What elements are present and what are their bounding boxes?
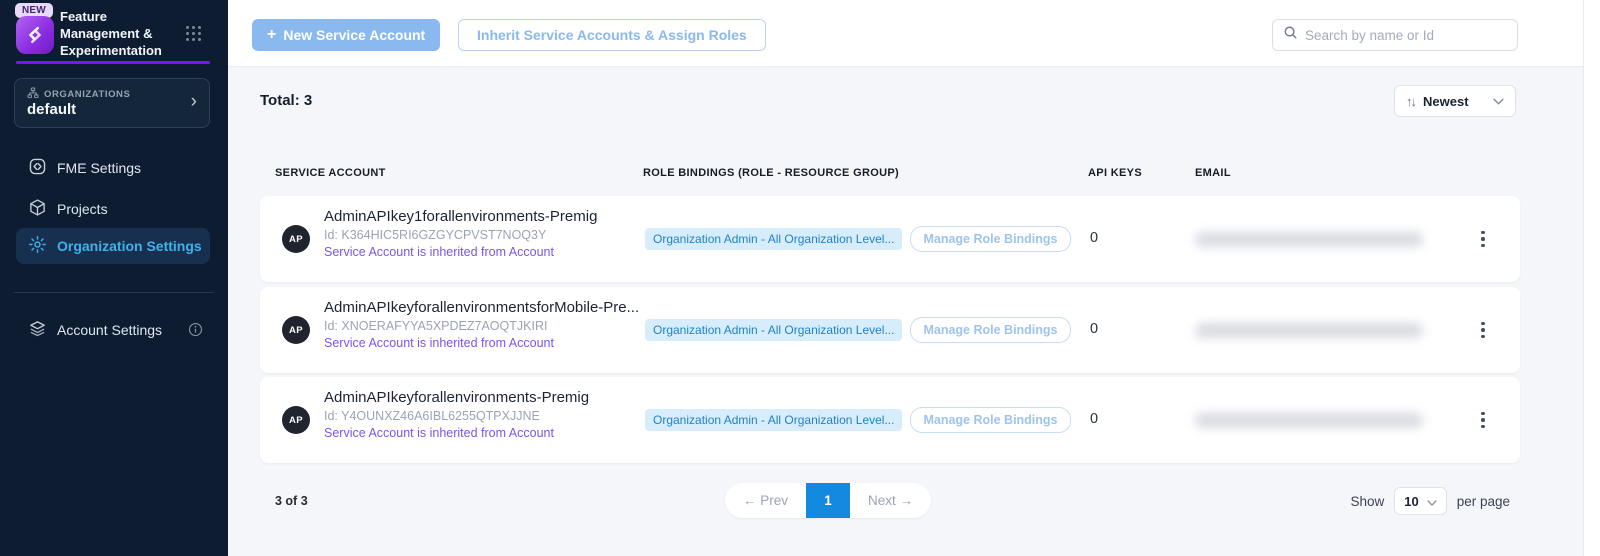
topbar: + New Service Account Inherit Service Ac…	[228, 0, 1583, 67]
api-keys-count: 0	[1090, 321, 1098, 337]
sidebar-item-label: Organization Settings	[57, 238, 202, 254]
organization-name: default	[27, 101, 76, 118]
sidebar-item-label: Account Settings	[57, 322, 162, 338]
service-account-name: AdminAPIkeyforallenvironmentsforMobile-P…	[324, 299, 639, 316]
sort-dropdown[interactable]: ↑↓ Newest	[1394, 85, 1516, 117]
service-account-id: Id: XNOERAFYYA5XPDEZ7AOQTJKIRI	[324, 319, 639, 333]
gear-icon	[28, 235, 47, 257]
sort-icon: ↑↓	[1406, 94, 1415, 109]
chevron-right-icon: ›	[191, 91, 197, 113]
column-header-service-account: SERVICE ACCOUNT	[275, 167, 386, 179]
organizations-label: ORGANIZATIONS	[44, 89, 130, 100]
service-account-id: Id: Y4OUNXZ46A6IBL6255QTPXJJNE	[324, 409, 589, 423]
next-page-button[interactable]: Next →	[850, 483, 931, 518]
app-root: NEW Feature Management & Experimentation	[0, 0, 1600, 556]
page-size-control: Show 10 per page	[1350, 487, 1510, 515]
per-page-label: per page	[1457, 494, 1510, 509]
kebab-menu-icon[interactable]	[1474, 407, 1492, 433]
sidebar-item-projects[interactable]: Projects	[0, 191, 228, 227]
search-icon	[1283, 25, 1298, 45]
email-redacted	[1195, 323, 1423, 338]
column-header-api-keys: API KEYS	[1088, 167, 1142, 179]
sidebar: NEW Feature Management & Experimentation	[0, 0, 228, 556]
cube-icon	[28, 198, 47, 220]
app-title: Feature Management & Experimentation	[60, 9, 182, 60]
email-redacted	[1195, 413, 1423, 428]
table-header-row: SERVICE ACCOUNT ROLE BINDINGS (ROLE - RE…	[228, 167, 1583, 181]
chevron-down-icon	[1493, 92, 1504, 110]
avatar: AP	[282, 316, 310, 344]
role-binding-pill: Organization Admin - All Organization Le…	[645, 319, 902, 341]
search-input[interactable]	[1305, 28, 1507, 43]
sort-value: Newest	[1423, 94, 1485, 109]
sidebar-item-label: Projects	[57, 201, 108, 217]
role-binding-pill: Organization Admin - All Organization Le…	[645, 409, 902, 431]
sidebar-item-label: FME Settings	[57, 160, 141, 176]
column-header-role-bindings: ROLE BINDINGS (ROLE - RESOURCE GROUP)	[643, 167, 899, 179]
manage-role-bindings-button[interactable]: Manage Role Bindings	[910, 407, 1070, 433]
search-box[interactable]	[1272, 19, 1518, 51]
sidebar-item-fme-settings[interactable]: FME Settings	[0, 150, 228, 186]
total-count: Total: 3	[260, 92, 312, 109]
service-account-id: Id: K364HIC5RI6GZGYCPVST7NOQ3Y	[324, 228, 597, 242]
info-icon[interactable]	[188, 322, 203, 342]
table-row: AP AdminAPIkeyforallenvironmentsforMobil…	[260, 287, 1520, 373]
pagination-count: 3 of 3	[275, 494, 308, 508]
service-account-name: AdminAPIkey1forallenvironments-Premig	[324, 208, 597, 225]
page-size-value: 10	[1404, 494, 1418, 509]
new-service-account-label: New Service Account	[283, 27, 425, 43]
organization-switcher[interactable]: ORGANIZATIONS default ›	[14, 78, 210, 128]
column-header-email: EMAIL	[1195, 167, 1231, 179]
table-row: AP AdminAPIkey1forallenvironments-Premig…	[260, 196, 1520, 282]
inherited-note: Service Account is inherited from Accoun…	[324, 336, 639, 350]
manage-role-bindings-button[interactable]: Manage Role Bindings	[910, 226, 1070, 252]
chevron-down-icon	[1427, 494, 1437, 509]
avatar: AP	[282, 406, 310, 434]
api-keys-count: 0	[1090, 230, 1098, 246]
current-page-button[interactable]: 1	[806, 483, 850, 518]
apps-grid-icon[interactable]	[186, 26, 203, 43]
page-size-select[interactable]: 10	[1394, 487, 1446, 515]
api-keys-count: 0	[1090, 411, 1098, 427]
org-chart-icon	[27, 87, 39, 102]
right-margin	[1583, 0, 1600, 556]
prev-page-button[interactable]: ← Prev	[725, 483, 806, 518]
layers-gear-icon	[28, 319, 47, 341]
inherit-service-accounts-button[interactable]: Inherit Service Accounts & Assign Roles	[458, 19, 766, 51]
pager: ← Prev 1 Next →	[725, 483, 931, 518]
sidebar-item-organization-settings[interactable]: Organization Settings	[16, 228, 210, 264]
show-label: Show	[1350, 494, 1384, 509]
split-logo-icon	[16, 16, 54, 54]
sidebar-divider	[14, 292, 214, 293]
manage-role-bindings-button[interactable]: Manage Role Bindings	[910, 317, 1070, 343]
accent-divider	[16, 61, 210, 64]
email-redacted	[1195, 232, 1423, 247]
main-content: + New Service Account Inherit Service Ac…	[228, 0, 1583, 556]
table-row: AP AdminAPIkeyforallenvironments-Premig …	[260, 377, 1520, 463]
plus-icon: +	[267, 26, 276, 44]
fme-settings-icon	[28, 157, 47, 179]
new-service-account-button[interactable]: + New Service Account	[252, 19, 440, 51]
inherited-note: Service Account is inherited from Accoun…	[324, 245, 597, 259]
kebab-menu-icon[interactable]	[1474, 226, 1492, 252]
role-binding-pill: Organization Admin - All Organization Le…	[645, 228, 902, 250]
service-account-name: AdminAPIkeyforallenvironments-Premig	[324, 389, 589, 406]
inherited-note: Service Account is inherited from Accoun…	[324, 426, 589, 440]
kebab-menu-icon[interactable]	[1474, 317, 1492, 343]
avatar: AP	[282, 225, 310, 253]
